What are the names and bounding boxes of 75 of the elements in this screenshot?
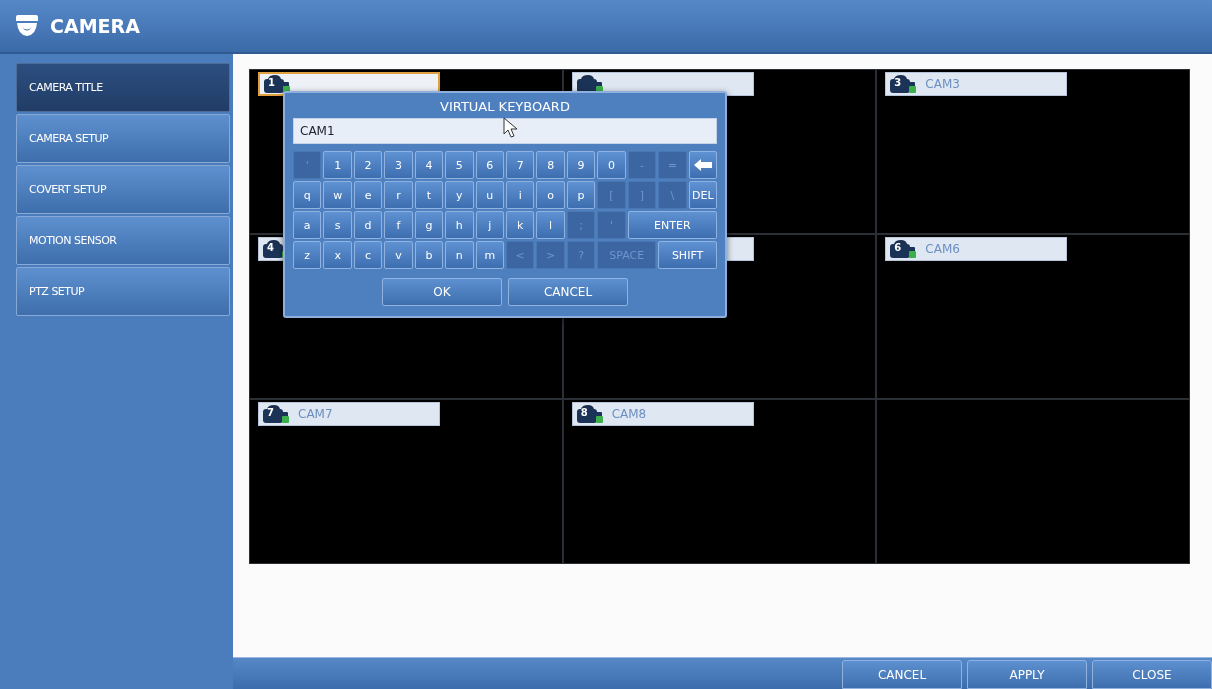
dialog-button[interactable]: CANCEL bbox=[508, 278, 628, 306]
backspace-key[interactable] bbox=[688, 151, 717, 179]
key[interactable]: m bbox=[475, 241, 504, 269]
key[interactable]: DEL bbox=[688, 181, 717, 209]
camera-title: CAM6 bbox=[925, 242, 960, 256]
left-arrow-icon bbox=[693, 159, 712, 171]
camera-title-field[interactable]: 6 CAM6 bbox=[885, 237, 1068, 261]
key[interactable]: v bbox=[384, 241, 413, 269]
key[interactable]: 6 bbox=[475, 151, 504, 179]
key[interactable]: a bbox=[293, 211, 322, 239]
key[interactable]: SHIFT bbox=[658, 241, 717, 269]
camera-title: CAM3 bbox=[925, 77, 960, 91]
camera-number: 3 bbox=[894, 77, 902, 88]
camera-number: 7 bbox=[267, 407, 274, 418]
camera-icon bbox=[889, 239, 918, 259]
key[interactable]: d bbox=[353, 211, 383, 239]
sidebar-item[interactable]: CAMERA SETUP bbox=[16, 114, 230, 163]
camera-icon bbox=[575, 404, 604, 424]
footer-button[interactable]: APPLY bbox=[967, 660, 1087, 689]
key[interactable]: b bbox=[414, 241, 444, 269]
sidebar-item[interactable]: MOTION SENSOR bbox=[16, 216, 230, 265]
sidebar-item[interactable]: COVERT SETUP bbox=[16, 165, 230, 214]
camera-icon bbox=[263, 74, 291, 94]
key[interactable]: t bbox=[414, 181, 444, 209]
camera-title: CAM7 bbox=[298, 407, 333, 421]
camera-icon bbox=[889, 74, 918, 94]
key[interactable]: i bbox=[506, 181, 535, 209]
camera-number: 6 bbox=[894, 242, 902, 253]
footer-button[interactable]: CLOSE bbox=[1092, 660, 1212, 689]
page-title: CAMERA bbox=[50, 15, 140, 37]
key[interactable]: x bbox=[323, 241, 352, 269]
key[interactable]: 3 bbox=[384, 151, 413, 179]
key[interactable]: 9 bbox=[566, 151, 596, 179]
key[interactable]: y bbox=[445, 181, 474, 209]
camera-number: 1 bbox=[268, 77, 275, 88]
key[interactable]: f bbox=[384, 211, 413, 239]
key[interactable]: l bbox=[536, 211, 565, 239]
key[interactable]: g bbox=[414, 211, 444, 239]
sidebar-item[interactable]: PTZ SETUP bbox=[16, 267, 230, 316]
key[interactable]: 5 bbox=[445, 151, 474, 179]
key[interactable]: r bbox=[384, 181, 413, 209]
key[interactable]: 0 bbox=[597, 151, 626, 179]
camera-number: 8 bbox=[580, 407, 588, 418]
key[interactable]: h bbox=[445, 211, 474, 239]
key[interactable]: n bbox=[445, 241, 474, 269]
key[interactable]: q bbox=[293, 181, 322, 209]
key[interactable]: 7 bbox=[506, 151, 535, 179]
camera-title-field[interactable]: 7 CAM7 bbox=[258, 402, 440, 426]
camera-title-field[interactable]: 3 CAM3 bbox=[885, 72, 1068, 96]
key[interactable]: 4 bbox=[414, 151, 444, 179]
key[interactable]: o bbox=[536, 181, 565, 209]
footer-button[interactable]: CANCEL bbox=[842, 660, 962, 689]
key[interactable]: 2 bbox=[353, 151, 383, 179]
key[interactable]: u bbox=[475, 181, 504, 209]
dialog-button[interactable]: OK bbox=[382, 278, 502, 306]
dome-camera-icon bbox=[14, 13, 40, 39]
key[interactable]: p bbox=[566, 181, 596, 209]
mouse-pointer-icon bbox=[503, 117, 519, 139]
camera-number: 4 bbox=[267, 242, 274, 253]
input-field[interactable]: CAM1 bbox=[293, 118, 717, 144]
sidebar-item[interactable]: CAMERA TITLE bbox=[16, 63, 230, 112]
key[interactable]: s bbox=[323, 211, 352, 239]
dialog-title: VIRTUAL KEYBOARD bbox=[439, 98, 571, 114]
camera-title-field[interactable]: 8 CAM8 bbox=[571, 402, 754, 426]
key[interactable]: 8 bbox=[536, 151, 565, 179]
key[interactable]: e bbox=[353, 181, 383, 209]
camera-icon bbox=[262, 404, 290, 424]
key[interactable]: 1 bbox=[323, 151, 352, 179]
camera-title: CAM8 bbox=[611, 407, 647, 421]
key[interactable]: c bbox=[353, 241, 383, 269]
key[interactable]: w bbox=[323, 181, 352, 209]
key[interactable]: k bbox=[506, 211, 535, 239]
key[interactable]: ENTER bbox=[627, 211, 717, 239]
key[interactable]: z bbox=[293, 241, 322, 269]
key[interactable]: j bbox=[475, 211, 504, 239]
